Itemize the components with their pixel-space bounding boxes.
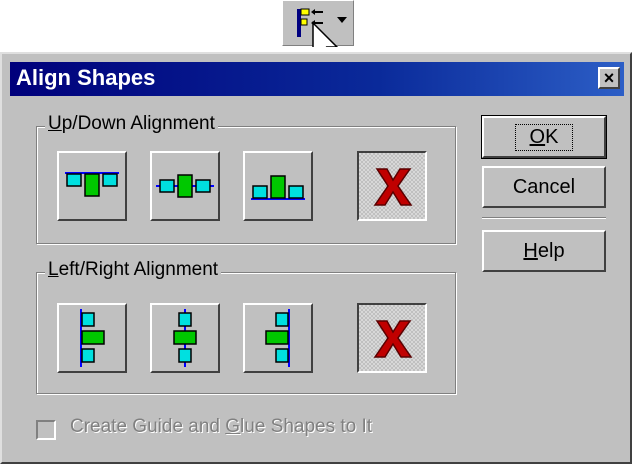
dialog-titlebar[interactable]: Align Shapes × <box>10 62 624 96</box>
leftright-group-label: Left/Right Alignment <box>45 259 222 281</box>
cancel-button[interactable]: Cancel <box>482 166 606 208</box>
cancel-button-label: Cancel <box>512 175 576 198</box>
align-center-icon <box>173 309 197 367</box>
align-center-button[interactable] <box>150 303 220 373</box>
align-right-button[interactable] <box>243 303 313 373</box>
no-alignment-icon <box>373 168 413 206</box>
no-alignment-icon <box>373 320 413 358</box>
align-bottom-icon <box>251 175 305 200</box>
align-bottom-button[interactable] <box>243 151 313 221</box>
create-guide-checkbox[interactable] <box>36 420 56 440</box>
updown-alignment-group: Up/Down Alignment <box>36 113 456 244</box>
close-button[interactable]: × <box>598 67 620 89</box>
align-shapes-toolbar-button[interactable] <box>282 0 354 47</box>
dialog-title: Align Shapes <box>16 65 156 90</box>
align-left-button[interactable] <box>57 303 127 373</box>
close-icon: × <box>603 68 615 88</box>
ok-button-label: OK <box>514 123 574 151</box>
create-guide-checkbox-label: Create Guide and Glue Shapes to It <box>70 416 373 437</box>
button-separator <box>482 217 606 219</box>
no-updown-alignment-button[interactable] <box>357 151 427 221</box>
align-shapes-dialog: Align Shapes × Up/Down Alignment Left/Ri… <box>0 52 632 464</box>
no-leftright-alignment-button[interactable] <box>357 303 427 373</box>
mouse-pointer-icon <box>312 21 339 47</box>
help-button[interactable]: Help <box>482 230 606 272</box>
align-middle-icon <box>156 174 214 198</box>
align-top-icon <box>65 172 119 197</box>
ok-button[interactable]: OK <box>481 115 607 159</box>
align-left-icon <box>80 309 105 367</box>
help-button-label: Help <box>523 239 565 262</box>
align-middle-button[interactable] <box>150 151 220 221</box>
align-right-icon <box>265 309 290 367</box>
updown-group-label: Up/Down Alignment <box>45 113 218 135</box>
align-top-button[interactable] <box>57 151 127 221</box>
leftright-alignment-group: Left/Right Alignment <box>36 259 456 394</box>
